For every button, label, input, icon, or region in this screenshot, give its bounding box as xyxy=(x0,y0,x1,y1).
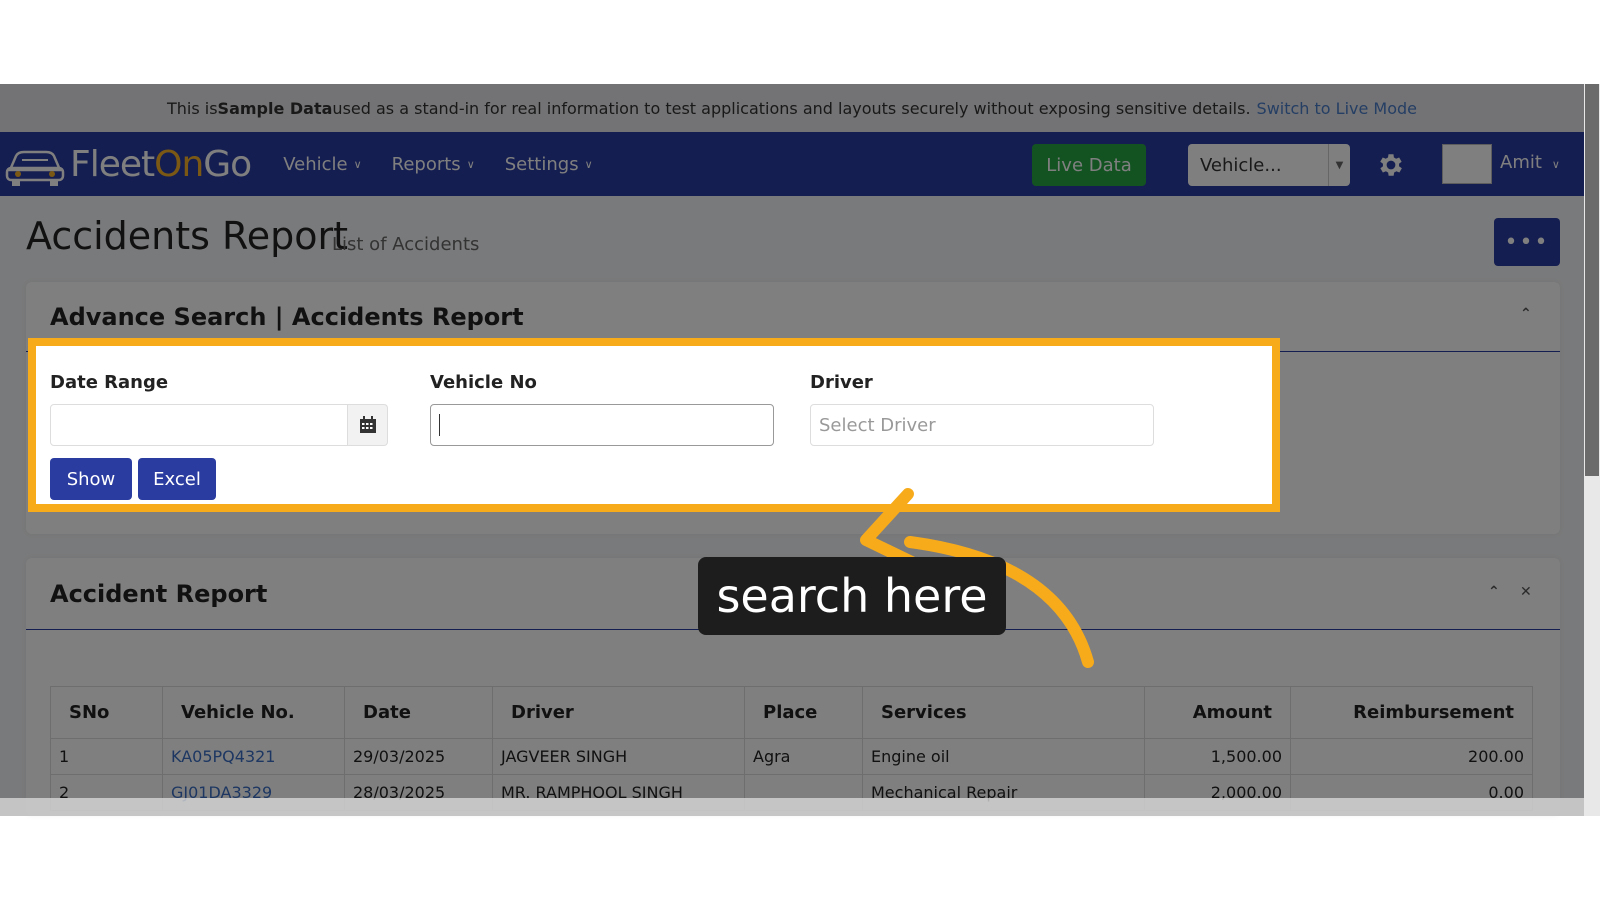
user-avatar[interactable] xyxy=(1442,144,1492,184)
col-sno: SNo xyxy=(50,686,163,739)
main-menu: Vehicle ∨ Reports ∨ Settings ∨ xyxy=(283,154,622,175)
col-place: Place xyxy=(744,686,863,739)
gear-icon[interactable] xyxy=(1376,150,1406,180)
col-services: Services xyxy=(862,686,1145,739)
date-range-label: Date Range xyxy=(50,372,169,393)
show-button[interactable]: Show xyxy=(50,458,132,500)
menu-settings-label: Settings xyxy=(504,153,579,175)
horizontal-scrollbar[interactable] xyxy=(0,798,1584,816)
chevron-down-icon: ∨ xyxy=(353,157,362,171)
chevron-down-icon: ∨ xyxy=(1551,158,1560,171)
col-date: Date xyxy=(344,686,493,739)
table-header-row: SNo Vehicle No. Date Driver Place Servic… xyxy=(50,686,1533,739)
vehicle-no-input[interactable] xyxy=(430,404,774,446)
live-data-button[interactable]: Live Data xyxy=(1032,144,1146,186)
scrollbar-thumb[interactable] xyxy=(1585,84,1599,476)
close-icon[interactable]: ✕ xyxy=(1520,584,1532,600)
car-logo-icon xyxy=(5,150,65,186)
logo-text: FleetOnGo xyxy=(70,143,252,185)
cell-reimbursement: 200.00 xyxy=(1290,738,1533,775)
accident-report-table: SNo Vehicle No. Date Driver Place Servic… xyxy=(50,686,1533,811)
calendar-icon[interactable] xyxy=(348,404,388,446)
vehicle-link[interactable]: KA05PQ4321 xyxy=(171,747,275,766)
vehicle-select-value: Vehicle... xyxy=(1200,154,1282,176)
vehicle-no-label: Vehicle No xyxy=(430,372,537,393)
logo-text-go: Go xyxy=(203,143,252,185)
caret-down-icon: ▼ xyxy=(1328,144,1350,186)
cell-services: Engine oil xyxy=(862,738,1145,775)
cell-driver: JAGVEER SINGH xyxy=(492,738,745,775)
date-range-input[interactable] xyxy=(50,404,348,446)
chevron-down-icon: ∨ xyxy=(466,157,475,171)
switch-live-mode-link[interactable]: Switch to Live Mode xyxy=(1257,99,1417,118)
advance-search-title: Advance Search | Accidents Report xyxy=(50,302,524,331)
page-subtitle: List of Accidents xyxy=(332,234,480,255)
more-actions-button[interactable]: ••• xyxy=(1494,218,1560,266)
banner-bold: Sample Data xyxy=(217,98,333,118)
col-amount: Amount xyxy=(1144,686,1291,739)
cell-amount: 1,500.00 xyxy=(1144,738,1291,775)
text-cursor xyxy=(439,414,440,436)
col-driver: Driver xyxy=(492,686,745,739)
top-navbar: FleetOnGo Vehicle ∨ Reports ∨ Settings ∨ Li… xyxy=(0,132,1584,196)
highlight-frame: Date Range Vehicle No Driver Select Driv… xyxy=(28,338,1280,512)
sample-data-banner: This is Sample Data used as a stand-in f… xyxy=(0,84,1584,132)
chevron-down-icon: ∨ xyxy=(584,157,593,171)
driver-select[interactable]: Select Driver xyxy=(810,404,1154,446)
calendar-glyph xyxy=(359,416,376,433)
vehicle-select[interactable]: Vehicle... ▼ xyxy=(1188,144,1350,186)
menu-settings[interactable]: Settings ∨ xyxy=(505,154,593,175)
driver-label: Driver xyxy=(810,372,873,393)
col-vehicle-no: Vehicle No. xyxy=(162,686,345,739)
page-title: Accidents Report xyxy=(26,214,348,258)
collapse-icon[interactable]: ⌃ xyxy=(1488,584,1500,600)
collapse-icon[interactable]: ⌃ xyxy=(1520,306,1532,322)
cell-vehicle: KA05PQ4321 xyxy=(162,738,345,775)
user-name-label: Amit xyxy=(1500,152,1542,173)
excel-button[interactable]: Excel xyxy=(138,458,216,500)
menu-reports-label: Reports xyxy=(391,153,461,175)
col-reimbursement: Reimbursement xyxy=(1290,686,1533,739)
menu-vehicle-label: Vehicle xyxy=(283,153,348,175)
table-row: 1 KA05PQ4321 29/03/2025 JAGVEER SINGH Ag… xyxy=(50,738,1533,775)
cell-place: Agra xyxy=(744,738,863,775)
logo-text-fleet: Fleet xyxy=(70,143,155,185)
menu-vehicle[interactable]: Vehicle ∨ xyxy=(283,154,361,175)
cell-date: 29/03/2025 xyxy=(344,738,493,775)
fleetongo-logo[interactable]: FleetOnGo xyxy=(4,140,252,188)
user-menu[interactable]: Amit ∨ xyxy=(1500,152,1560,173)
search-form: Date Range Vehicle No Driver Select Driv… xyxy=(36,346,1272,504)
tutorial-tooltip: search here xyxy=(698,557,1006,635)
logo-text-on: On xyxy=(154,143,204,185)
accident-report-title: Accident Report xyxy=(50,579,268,608)
menu-reports[interactable]: Reports ∨ xyxy=(392,154,475,175)
banner-text: used as a stand-in for real information … xyxy=(332,98,1251,118)
vertical-scrollbar[interactable] xyxy=(1584,84,1600,816)
cell-sno: 1 xyxy=(50,738,163,775)
banner-prefix: This is xyxy=(166,98,218,118)
